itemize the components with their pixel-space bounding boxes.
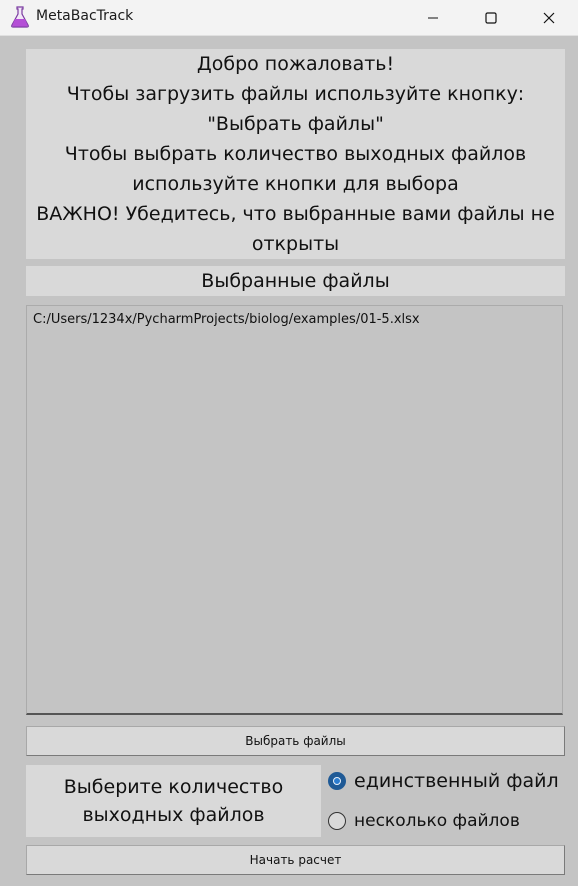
radio-single-file-label: единственный файл bbox=[354, 770, 559, 792]
start-calculation-button[interactable]: Начать расчет bbox=[26, 845, 565, 875]
select-files-button[interactable]: Выбрать файлы bbox=[26, 726, 565, 756]
output-count-label: Выберите количество bbox=[63, 776, 284, 798]
maximize-button[interactable] bbox=[462, 0, 520, 35]
minimize-button[interactable] bbox=[404, 0, 462, 35]
radio-checked-icon[interactable] bbox=[328, 772, 346, 790]
minimize-icon bbox=[428, 17, 438, 18]
title-bar: MetaBacTrack bbox=[0, 0, 578, 36]
close-button[interactable] bbox=[520, 0, 578, 35]
info-line: ВАЖНО! Убедитесь, что выбранные вами фай… bbox=[36, 203, 555, 225]
radio-multiple-files[interactable]: несколько файлов bbox=[328, 811, 520, 831]
welcome-info-panel: Добро пожаловать! Чтобы загрузить файлы … bbox=[26, 49, 565, 259]
radio-multiple-files-label: несколько файлов bbox=[354, 811, 520, 831]
info-line: открыты bbox=[251, 233, 340, 255]
selected-files-header: Выбранные файлы bbox=[26, 266, 565, 296]
window-title: MetaBacTrack bbox=[36, 8, 134, 24]
selected-files-list[interactable]: C:/Users/1234x/PycharmProjects/biolog/ex… bbox=[26, 305, 563, 715]
info-line: Чтобы выбрать количество выходных файлов bbox=[64, 143, 527, 165]
maximize-icon bbox=[485, 11, 497, 24]
list-item[interactable]: C:/Users/1234x/PycharmProjects/biolog/ex… bbox=[33, 312, 420, 327]
radio-unchecked-icon[interactable] bbox=[328, 812, 346, 830]
info-line: используйте кнопки для выбора bbox=[132, 173, 459, 195]
output-count-label-panel: Выберите количество выходных файлов bbox=[26, 765, 321, 837]
info-line: "Выбрать файлы" bbox=[207, 113, 384, 135]
output-count-label: выходных файлов bbox=[82, 804, 265, 826]
info-line: Чтобы загрузить файлы используйте кнопку… bbox=[66, 83, 525, 105]
flask-icon bbox=[11, 6, 29, 28]
info-line: Добро пожаловать! bbox=[196, 53, 395, 75]
radio-single-file[interactable]: единственный файл bbox=[328, 770, 559, 792]
close-icon bbox=[543, 12, 555, 23]
